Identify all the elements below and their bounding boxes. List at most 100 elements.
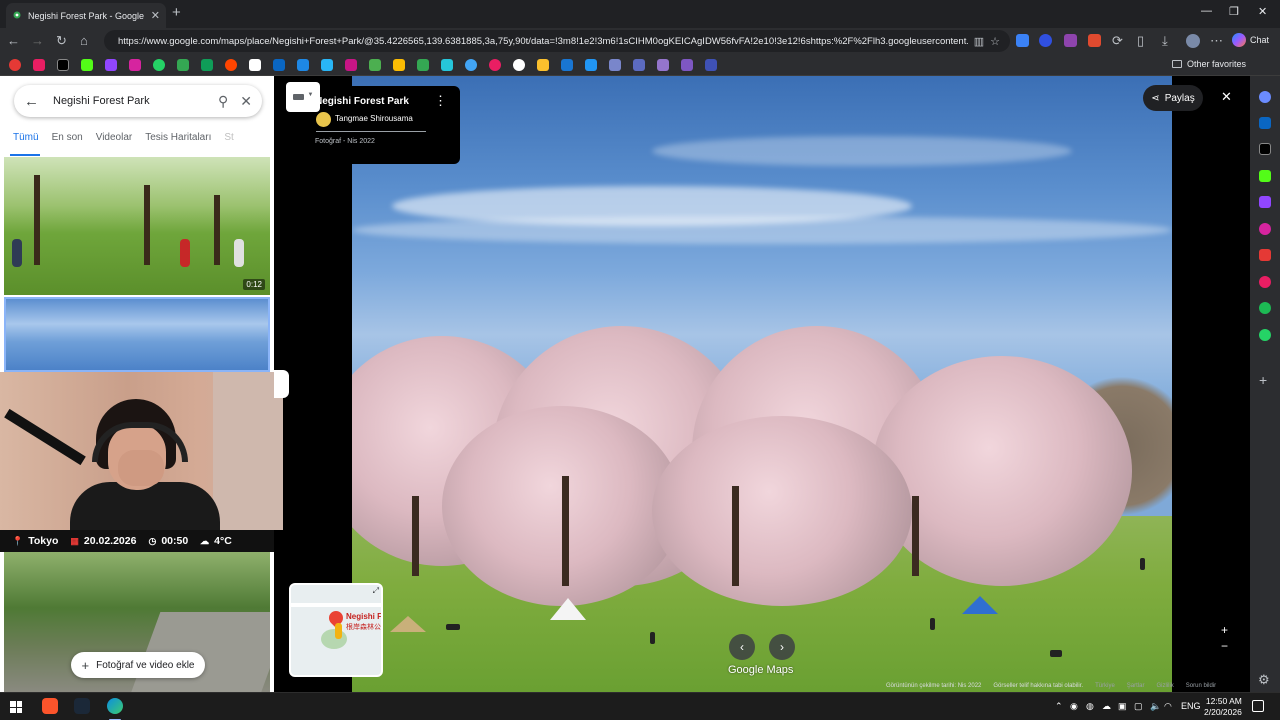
- favorite-star-icon[interactable]: ☆: [990, 35, 1000, 48]
- home-icon[interactable]: ⌂: [80, 33, 88, 48]
- bookmark-icon[interactable]: [321, 59, 333, 71]
- x-icon[interactable]: [1259, 143, 1271, 155]
- bookmark-icon[interactable]: [561, 59, 573, 71]
- bookmark-icon[interactable]: [585, 59, 597, 71]
- settings-gear-icon[interactable]: ⚙: [1258, 672, 1270, 688]
- address-bar[interactable]: https://www.google.com/maps/place/Negish…: [104, 30, 1010, 52]
- new-tab-icon[interactable]: +: [172, 4, 181, 21]
- country-link[interactable]: Türkiye: [1095, 683, 1115, 692]
- tab-videos[interactable]: Videolar: [96, 132, 133, 152]
- kick-icon[interactable]: [1259, 170, 1271, 182]
- cloud-tray-icon[interactable]: ☁: [1102, 701, 1111, 712]
- bookmark-icon[interactable]: [681, 59, 693, 71]
- tab-latest[interactable]: En son: [52, 132, 83, 152]
- video-thumbnail[interactable]: 0:12: [4, 157, 270, 295]
- photo-place-title[interactable]: Negishi Forest Park: [315, 96, 409, 107]
- bookmark-icon[interactable]: [33, 59, 45, 71]
- bookmark-icon[interactable]: [633, 59, 645, 71]
- browser-tab[interactable]: Negishi Forest Park - Google Haritalar ✕: [6, 3, 166, 28]
- whatsapp-bookmark-icon[interactable]: [153, 59, 165, 71]
- split-screen-icon[interactable]: ▥: [974, 35, 984, 48]
- window-close-icon[interactable]: ✕: [1258, 5, 1267, 18]
- report-link[interactable]: Sorun bildir: [1186, 683, 1216, 692]
- extension-icon[interactable]: [1064, 34, 1077, 47]
- bookmark-icon[interactable]: [609, 59, 621, 71]
- wifi-icon[interactable]: ◠: [1164, 701, 1172, 712]
- expand-map-icon[interactable]: ⤢: [373, 586, 379, 596]
- bookmark-icon[interactable]: [201, 59, 213, 71]
- back-arrow-icon[interactable]: ←: [24, 93, 39, 110]
- maps-bookmark-icon[interactable]: [417, 59, 429, 71]
- photo-thumbnail-selected[interactable]: [4, 297, 270, 372]
- other-favorites[interactable]: Other favorites: [1172, 59, 1246, 69]
- restore-icon[interactable]: ❐: [1229, 5, 1239, 18]
- kick-bookmark-icon[interactable]: [81, 59, 93, 71]
- discord-tray-icon[interactable]: ◍: [1086, 701, 1094, 712]
- reddit-bookmark-icon[interactable]: [225, 59, 237, 71]
- minimize-icon[interactable]: —: [1201, 5, 1212, 17]
- sidebar-toggle-icon[interactable]: ▯: [1137, 33, 1144, 49]
- tab-facility-maps[interactable]: Tesis Haritaları: [145, 132, 211, 152]
- bookmark-icon[interactable]: [513, 59, 525, 71]
- linkedin-bookmark-icon[interactable]: [273, 59, 285, 71]
- author-name[interactable]: Tangmae Shirousama: [335, 114, 413, 123]
- search-box[interactable]: ← Negishi Forest Park ⚲ ✕: [14, 85, 262, 117]
- tray-app-icon[interactable]: ▣: [1118, 701, 1127, 712]
- instagram-bookmark-icon[interactable]: [129, 59, 141, 71]
- zoom-in-icon[interactable]: +: [1221, 622, 1228, 638]
- bookmark-icon[interactable]: [297, 59, 309, 71]
- profile-avatar[interactable]: [1186, 34, 1200, 48]
- steam-app-icon[interactable]: [74, 698, 90, 714]
- notification-icon[interactable]: [1252, 700, 1264, 712]
- bookmark-icon[interactable]: [393, 59, 405, 71]
- edge-app-icon[interactable]: [107, 698, 123, 714]
- reload-icon[interactable]: ↻: [56, 33, 67, 49]
- forward-icon[interactable]: →: [31, 33, 44, 48]
- share-button[interactable]: ⋖ Paylaş: [1143, 85, 1203, 111]
- tray-app-icon[interactable]: ◉: [1070, 701, 1078, 712]
- zoom-out-icon[interactable]: −: [1221, 638, 1228, 654]
- search-input[interactable]: Negishi Forest Park: [53, 95, 206, 107]
- twitch-bookmark-icon[interactable]: [105, 59, 117, 71]
- amazon-bookmark-icon[interactable]: [249, 59, 261, 71]
- tab-all[interactable]: Tümü: [13, 132, 39, 152]
- add-sidebar-app-icon[interactable]: +: [1259, 372, 1267, 388]
- twitch-icon[interactable]: [1259, 196, 1271, 208]
- whatsapp-icon[interactable]: [1259, 329, 1271, 341]
- bookmark-icon[interactable]: [345, 59, 357, 71]
- panorama-photo[interactable]: [352, 76, 1172, 692]
- bookmark-icon[interactable]: [489, 59, 501, 71]
- bookmark-icon[interactable]: [705, 59, 717, 71]
- privacy-link[interactable]: Gizlilik: [1156, 683, 1173, 692]
- bookmark-icon[interactable]: [441, 59, 453, 71]
- minimap[interactable]: Negishi F 根岸森林公 ⤢: [289, 583, 383, 677]
- tab-street-view[interactable]: St: [224, 132, 233, 152]
- copilot-chat-button[interactable]: Chat: [1232, 33, 1269, 47]
- bookmark-icon[interactable]: [369, 59, 381, 71]
- app-icon[interactable]: [1259, 276, 1271, 288]
- instagram-icon[interactable]: [1259, 223, 1271, 235]
- tray-app-icon[interactable]: ▢: [1134, 701, 1143, 712]
- sidebar-app-icon[interactable]: [1259, 91, 1271, 103]
- previous-photo-button[interactable]: ‹: [729, 634, 755, 660]
- bookmark-icon[interactable]: [465, 59, 477, 71]
- search-icon[interactable]: ⚲: [218, 93, 228, 110]
- spotify-icon[interactable]: [1259, 302, 1271, 314]
- bookmark-icon[interactable]: [177, 59, 189, 71]
- speaker-icon[interactable]: 🔈: [1150, 701, 1161, 712]
- youtube-icon[interactable]: [1259, 249, 1271, 261]
- brave-app-icon[interactable]: [42, 698, 58, 714]
- close-viewer-icon[interactable]: ✕: [1221, 89, 1232, 105]
- tray-overflow-icon[interactable]: ⌃: [1055, 701, 1063, 712]
- collapse-panel-button[interactable]: [274, 370, 289, 398]
- download-icon[interactable]: ⤓: [1162, 33, 1168, 49]
- next-photo-button[interactable]: ›: [769, 634, 795, 660]
- bookmark-icon[interactable]: [9, 59, 21, 71]
- bookmark-icon[interactable]: [657, 59, 669, 71]
- bookmark-icon[interactable]: [537, 59, 549, 71]
- windows-start-icon[interactable]: [10, 701, 22, 713]
- back-icon[interactable]: ←: [7, 33, 20, 48]
- extension-icon[interactable]: [1088, 34, 1101, 47]
- author-avatar[interactable]: [316, 112, 331, 127]
- language-indicator[interactable]: ENG: [1181, 701, 1201, 711]
